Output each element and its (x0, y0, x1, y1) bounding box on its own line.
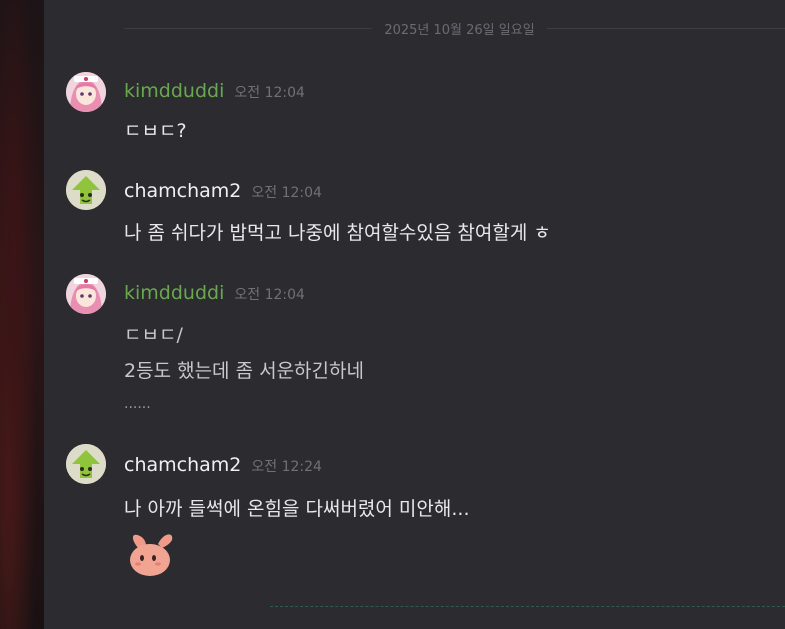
message-header: chamcham2 오전 12:24 (124, 454, 322, 476)
message-text: ㄷㅂㄷ? (124, 120, 187, 142)
date-divider: 2025년 10월 26일 일요일 (134, 19, 785, 38)
message-header: kimdduddi 오전 12:04 (124, 80, 305, 102)
message-text: 2등도 했는데 좀 서운하긴하네 (124, 360, 364, 382)
chamcham2-avatar-icon[interactable] (66, 444, 106, 484)
kimdduddi-avatar-icon[interactable] (66, 274, 106, 314)
author-name[interactable]: kimdduddi (124, 80, 224, 102)
timestamp: 오전 12:04 (234, 85, 305, 101)
background-strip (0, 0, 44, 629)
timestamp: 오전 12:24 (251, 459, 322, 475)
message-header: chamcham2 오전 12:04 (124, 180, 322, 202)
message-header: kimdduddi 오전 12:04 (124, 282, 305, 304)
author-name[interactable]: kimdduddi (124, 282, 224, 304)
kimdduddi-avatar-icon[interactable] (66, 72, 106, 112)
message-text: 나 아까 들썩에 온힘을 다써버렸어 미안해... (124, 498, 470, 520)
timestamp: 오전 12:04 (251, 185, 322, 201)
message-text: ...... (124, 396, 151, 412)
author-name[interactable]: chamcham2 (124, 454, 241, 476)
chat-panel: 2025년 10월 26일 일요일 kimdduddi 오전 12:04 ㄷㅂㄷ? (44, 0, 785, 629)
date-divider-label: 2025년 10월 26일 일요일 (372, 23, 547, 38)
timestamp: 오전 12:04 (234, 287, 305, 303)
bunny-sticker-icon (130, 534, 173, 576)
message-text: ㄷㅂㄷ/ (124, 324, 183, 346)
composer-separator (270, 606, 785, 607)
chamcham2-avatar-icon[interactable] (66, 170, 106, 210)
author-name[interactable]: chamcham2 (124, 180, 241, 202)
message-text: 나 좀 쉬다가 밥먹고 나중에 참여할수있음 참여할게 ㅎ (124, 222, 551, 244)
